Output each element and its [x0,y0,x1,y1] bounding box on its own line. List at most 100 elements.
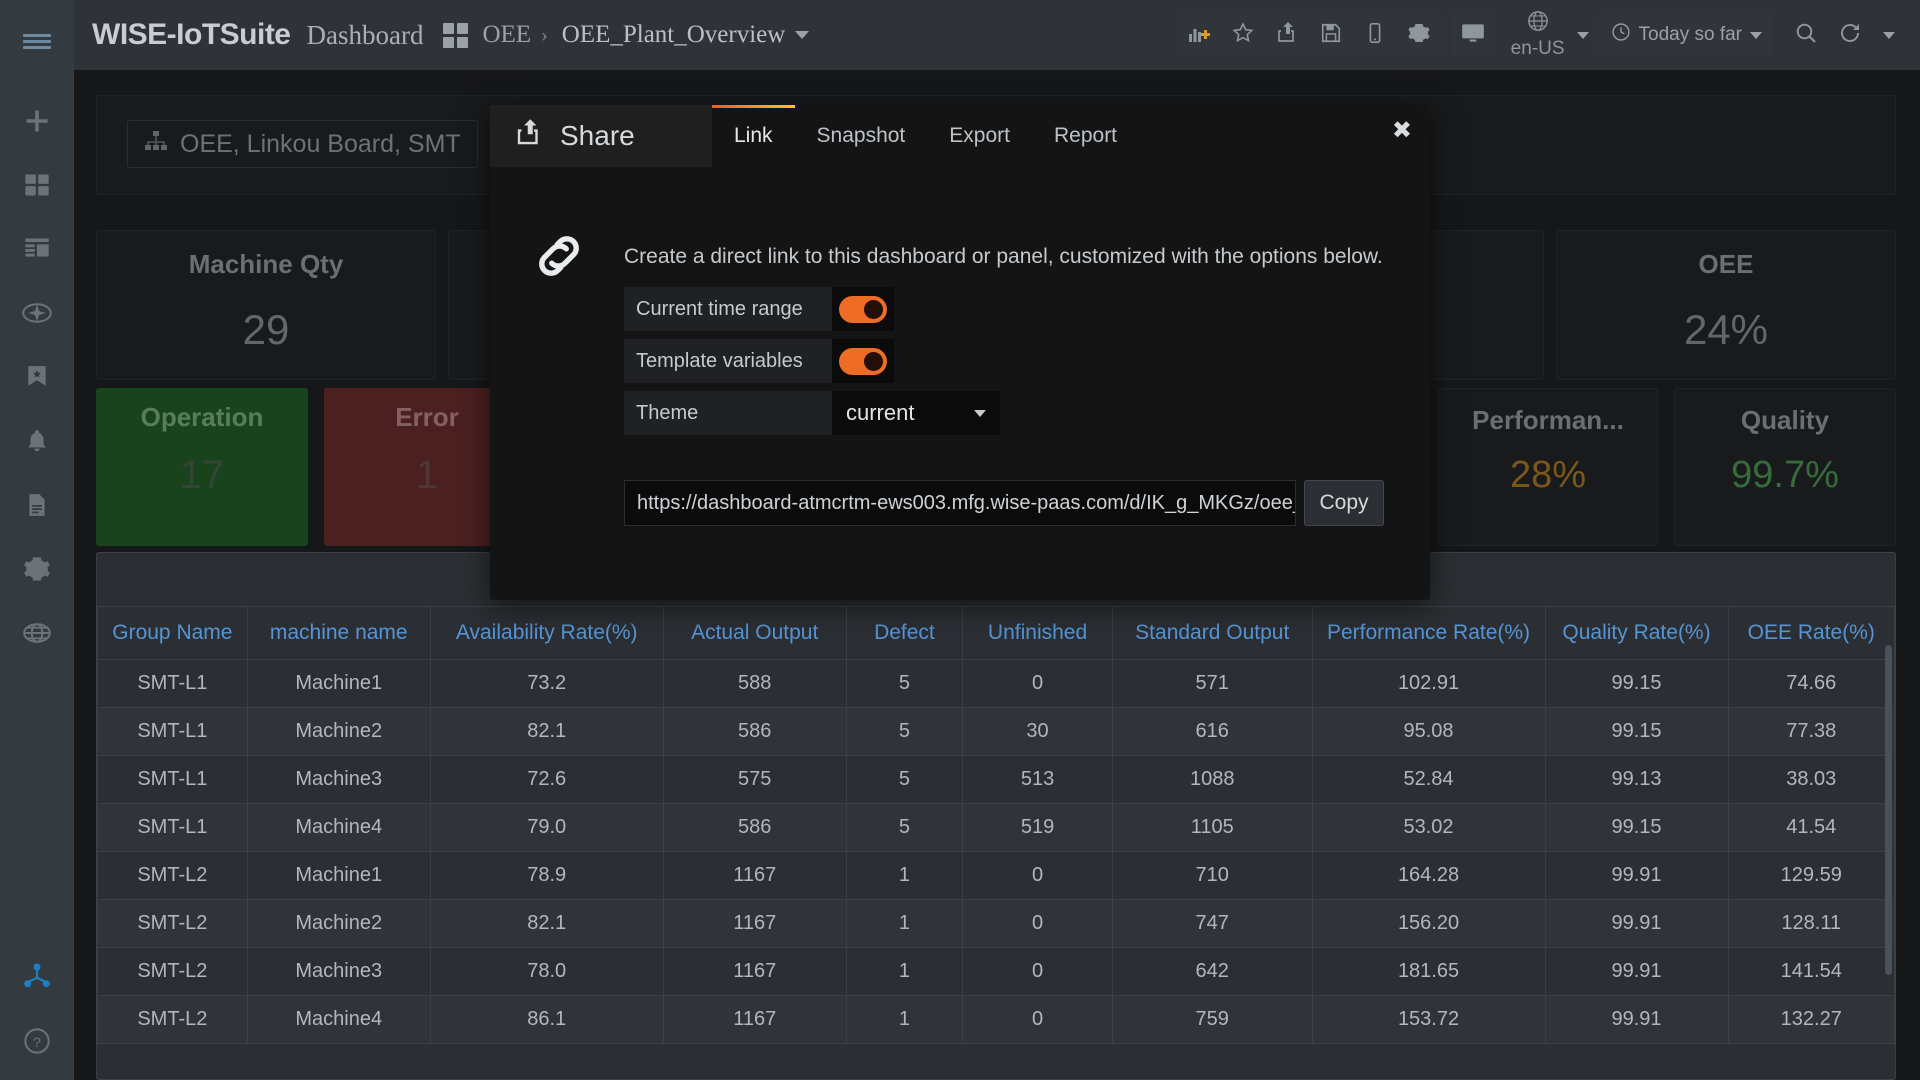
share-url-input[interactable]: https://dashboard-atmcrtm-ews003.mfg.wis… [624,480,1296,526]
table-cell: SMT-L1 [97,803,248,852]
table-column-header[interactable]: Quality Rate(%) [1544,606,1729,660]
chevron-down-icon [1750,31,1762,39]
stat-card-performance[interactable]: Performan... 28% [1438,388,1658,546]
breadcrumb-dashboard[interactable]: OEE_Plant_Overview [562,21,786,49]
table-cell: 642 [1111,947,1313,996]
table-cell: 519 [962,803,1113,852]
language-label: en-US [1510,38,1565,59]
table-cell: Machine1 [246,659,431,708]
add-icon [23,107,51,135]
dashboard-settings-button[interactable] [1397,14,1441,56]
option-label: Current time range [624,287,832,331]
table-cell: 1088 [1111,755,1313,804]
table-column-header[interactable]: Availability Rate(%) [429,606,664,660]
share-tab-export[interactable]: Export [927,105,1032,167]
stat-card-oee[interactable]: OEE 24% [1556,230,1896,380]
table-cell: 72.6 [429,755,664,804]
section-label: Dashboard [306,19,424,50]
share-button[interactable] [1265,14,1309,56]
option-control [832,287,894,331]
refresh-icon [1838,21,1862,50]
sidebar-item-reports[interactable] [20,488,54,522]
table-cell: 759 [1111,995,1313,1044]
stat-card-operation[interactable]: Operation 17 [96,388,308,546]
save-button[interactable] [1309,14,1353,56]
template-variables-toggle[interactable] [839,347,887,375]
table-column-header[interactable]: Standard Output [1111,606,1313,660]
sidebar-item-dashboards[interactable] [20,168,54,202]
table-cell: 0 [962,899,1113,948]
table-cell: 5 [845,707,964,756]
add-panel-button[interactable] [1177,14,1221,56]
burger-line [23,33,51,37]
table-cell: 586 [662,707,847,756]
sidebar-item-server-admin[interactable] [20,616,54,650]
table-cell: 0 [962,659,1113,708]
table-cell: 513 [962,755,1113,804]
table-column-header[interactable]: Actual Output [662,606,847,660]
table-cell: 99.91 [1544,995,1729,1044]
table-cell: 164.28 [1311,851,1546,900]
sidebar-menu-toggle[interactable] [0,16,74,66]
sidebar-item-configuration[interactable] [20,552,54,586]
table-cell: 78.0 [429,947,664,996]
table-cell: 53.02 [1311,803,1546,852]
mobile-view-button[interactable] [1353,14,1397,56]
tv-icon [1460,20,1486,51]
app-root: ? WISE-IoTSuite Dashboard OEE › OEE_Plan… [0,0,1920,1080]
search-button[interactable] [1784,14,1828,56]
table-cell: 586 [662,803,847,852]
table-column-header[interactable]: Performance Rate(%) [1311,606,1546,660]
share-tab-snapshot[interactable]: Snapshot [795,105,928,167]
table-cell: Machine4 [246,995,431,1044]
table-column-header[interactable]: Defect [845,606,964,660]
sidebar-item-logo[interactable] [20,960,54,994]
favorite-button[interactable] [1221,14,1265,56]
stat-title: Machine Qty [188,249,344,279]
table-column-header[interactable]: Unfinished [962,606,1113,660]
share-tab-link[interactable]: Link [712,105,795,167]
time-range-picker[interactable]: Today so far [1598,14,1774,56]
language-selector[interactable]: en-US [1505,8,1571,62]
theme-select[interactable]: current [832,391,1000,435]
sidebar-item-create[interactable] [20,104,54,138]
chevron-down-icon[interactable] [1576,31,1589,39]
stat-card-quality[interactable]: Quality 99.7% [1674,388,1896,546]
refresh-button[interactable] [1828,14,1872,56]
table-column-header[interactable]: Group Name [97,606,248,660]
close-icon[interactable]: ✖ [1392,119,1412,143]
star-icon [1231,21,1255,50]
table-cell: 153.72 [1311,995,1546,1044]
table-cell: 181.65 [1311,947,1546,996]
board-selector[interactable]: OEE, Linkou Board, SMT [127,120,478,168]
refresh-interval-dropdown[interactable] [1872,14,1906,56]
logo-icon [21,961,53,993]
playlist-icon [23,235,51,263]
stat-card-machine-qty[interactable]: Machine Qty 29 [96,230,436,380]
sidebar-item-explore[interactable] [20,296,54,330]
share-tab-report[interactable]: Report [1032,105,1139,167]
table-scrollbar[interactable] [1885,645,1892,975]
table-cell: 74.66 [1727,659,1895,708]
sidebar-item-bookmarks[interactable] [20,360,54,394]
table-row: SMT-L2 Machine2 82.1 1167 1 0 747 156.20 99.91 12… [97,899,1895,948]
burger-line [23,39,51,43]
help-icon: ? [23,1027,51,1055]
mobile-icon [1364,22,1386,49]
breadcrumb-folder[interactable]: OEE [482,21,531,49]
table-column-header[interactable]: machine name [246,606,431,660]
table-cell: 1167 [662,947,847,996]
tv-mode-button[interactable] [1451,14,1495,56]
sidebar-item-help[interactable]: ? [20,1024,54,1058]
table-cell: 99.91 [1544,851,1729,900]
compass-icon [22,298,52,328]
table-row: SMT-L1 Machine2 82.1 586 5 30 616 95.08 99.15 77.… [97,707,1895,756]
sidebar-item-alerting[interactable] [20,424,54,458]
current-time-range-toggle[interactable] [839,295,887,323]
copy-button[interactable]: Copy [1304,480,1384,526]
table-column-header[interactable]: OEE Rate(%) [1727,606,1895,660]
sidebar-nav [20,104,54,650]
table-cell: Machine4 [246,803,431,852]
chevron-down-icon[interactable] [795,31,810,39]
sidebar-item-playlists[interactable] [20,232,54,266]
